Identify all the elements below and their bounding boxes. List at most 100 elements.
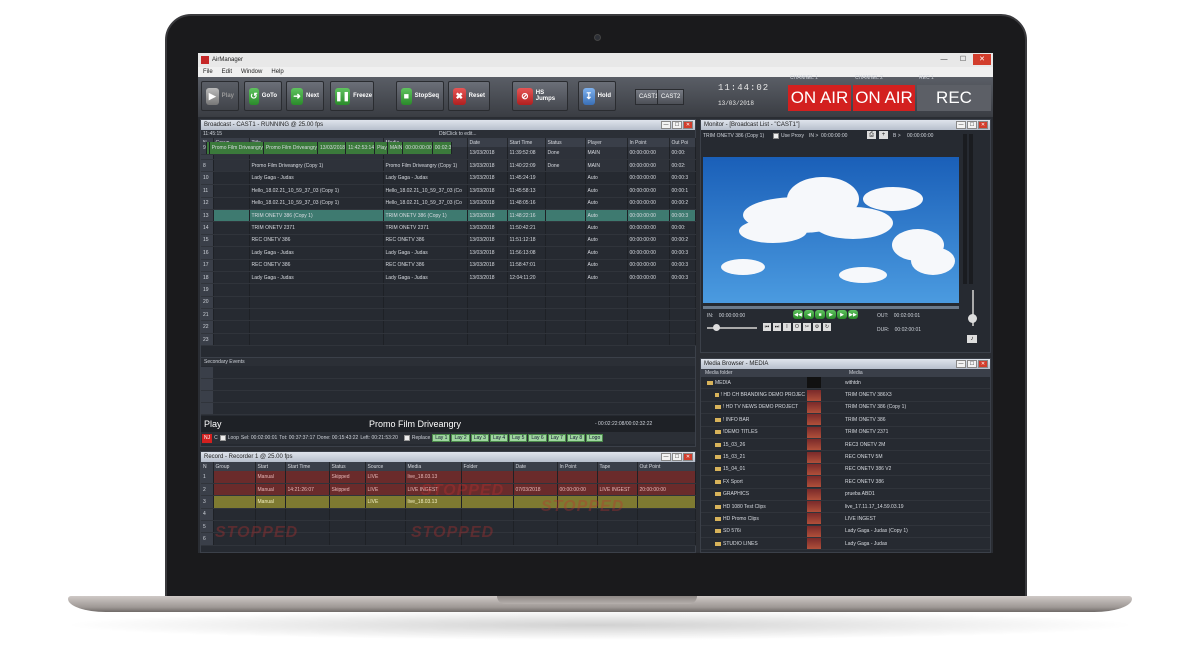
rewind-icon[interactable]: ◀◀ [793, 310, 803, 319]
maximize-icon[interactable]: ☐ [967, 121, 977, 129]
rec-col-group[interactable]: Group [213, 462, 256, 471]
table-row[interactable]: 17 REC ONETV 386 REC ONETV 386 13/03/2018 11… [201, 259, 696, 272]
reset-button[interactable]: ✖ Reset [448, 81, 490, 111]
list-item[interactable]: ! HD TV NEWS DEMO PROJECT TRIM ONETV 386 … [701, 401, 990, 415]
list-item[interactable]: SD 576i Lady Gaga - Judas (Copy 1) [701, 525, 990, 539]
table-row[interactable]: 15 REC ONETV 386 REC ONETV 386 13/03/2018 11… [201, 234, 696, 248]
close-icon[interactable]: ✕ [683, 121, 693, 129]
jog-knob[interactable] [713, 324, 720, 331]
col-date[interactable]: Date [467, 138, 508, 147]
layer-tag[interactable]: Lay 4 [489, 434, 509, 442]
snapshot-icon[interactable]: ⎙ [867, 131, 876, 139]
menu-file[interactable]: File [203, 69, 213, 75]
mark-out-icon[interactable]: O [793, 323, 801, 331]
list-item[interactable]: HD Promo Clips LIVE INGEST [701, 513, 990, 526]
use-proxy-checkbox[interactable] [773, 133, 779, 139]
rec-col-start[interactable]: Start [255, 462, 286, 471]
timeline-track[interactable] [703, 306, 959, 309]
col-player[interactable]: Player [585, 138, 628, 147]
col-out-point[interactable]: Out Poi [669, 138, 696, 147]
media-folder-header[interactable]: Media folder [705, 370, 733, 376]
media-col-header[interactable]: Media [849, 370, 863, 376]
list-item[interactable]: MEDIA withtdn [701, 377, 990, 390]
maximize-icon[interactable]: ☐ [954, 54, 972, 65]
layer-tag[interactable]: Lay 8 [566, 434, 586, 442]
minimize-icon[interactable]: — [956, 121, 966, 129]
table-row[interactable]: 16 Lady Gaga - Judas Lady Gaga - Judas 13/0… [201, 246, 696, 260]
secondary-event-row[interactable] [201, 379, 695, 391]
minimize-icon[interactable]: — [661, 121, 671, 129]
table-row[interactable]: 13 TRIM ONETV 386 (Copy 1) TRIM ONETV 386 … [201, 209, 696, 223]
list-item[interactable]: 15_03_26 REC3 ONETV 2M [701, 439, 990, 452]
replace-checkbox[interactable] [403, 435, 410, 441]
list-item[interactable]: ! HD CH BRANDING DEMO PROJEC TRIM ONETV 3… [701, 389, 990, 402]
close-icon[interactable]: ✕ [978, 121, 988, 129]
table-row[interactable]: 22 [201, 320, 696, 334]
rec-col-folder[interactable]: Folder [461, 462, 514, 471]
list-item[interactable]: ! INFO BAR TRIM ONETV 386 [701, 414, 990, 427]
table-row[interactable]: 9 Promo Film Driveangry Promo Film Drivean… [201, 142, 453, 184]
rec-col-in-point[interactable]: In Point [557, 462, 598, 471]
list-item[interactable]: 15_03_21 REC ONETV 5M [701, 451, 990, 464]
menu-help[interactable]: Help [271, 69, 283, 75]
secondary-event-row[interactable] [201, 403, 695, 415]
menu-window[interactable]: Window [241, 69, 262, 75]
loop-checkbox[interactable] [219, 435, 226, 441]
step-back-icon[interactable]: ◀ [804, 310, 814, 319]
speaker-icon[interactable]: ♪ [967, 335, 977, 343]
table-row[interactable]: 19 [201, 283, 696, 297]
list-item[interactable]: GRAPHICS prueba ABD1 [701, 488, 990, 501]
rec-col-media[interactable]: Media [405, 462, 462, 471]
layer-tag[interactable]: Lay 6 [528, 434, 547, 442]
maximize-icon[interactable]: ☐ [672, 121, 682, 129]
next-icon[interactable]: ⏭ [773, 323, 781, 331]
list-item[interactable]: HD 1080 Test Clips live_17.11.17_14.59.03… [701, 501, 990, 514]
next-button[interactable]: ➜ Next [286, 81, 324, 111]
settings-icon[interactable]: ⚙ [813, 323, 821, 331]
rec-col-n[interactable]: N [201, 462, 214, 471]
rec-col-out-point[interactable]: Out Point [637, 462, 696, 471]
freeze-button[interactable]: ❚❚ Freeze [330, 81, 374, 111]
play-icon[interactable]: ▶ [826, 310, 836, 319]
mark-in-icon[interactable]: I [783, 323, 791, 331]
goto-button[interactable]: ↺ GoTo [244, 81, 282, 111]
close-icon[interactable]: ✕ [978, 360, 988, 368]
list-item[interactable]: 15_04_01 REC ONETV 386 V2 [701, 463, 990, 477]
rec-col-date[interactable]: Date [513, 462, 558, 471]
play-button[interactable]: ▶ Play [201, 81, 239, 111]
fast-forward-icon[interactable]: ▶▶ [848, 310, 858, 319]
step-forward-icon[interactable]: ▶ [837, 310, 847, 319]
table-row[interactable]: 23 [201, 333, 696, 347]
layer-tag[interactable]: Lay 7 [547, 434, 566, 442]
close-icon[interactable]: ✕ [683, 453, 693, 461]
rec-col-start-time[interactable]: Start Time [285, 462, 330, 471]
stop-icon[interactable]: ■ [815, 310, 825, 319]
layer-tag[interactable]: Lay 3 [470, 434, 489, 442]
rec-col-tape[interactable]: Tape [597, 462, 638, 471]
table-row[interactable]: 11 Hello_18.02.21_10_59_37_03 (Copy 1) Hel… [201, 184, 696, 198]
secondary-event-row[interactable] [201, 367, 695, 379]
table-row[interactable]: 12 Hello_18.02.21_10_59_37_03 (Copy 1) Hel… [201, 197, 696, 210]
cast2-button[interactable]: CAST2 [657, 89, 685, 105]
table-row[interactable]: 20 [201, 296, 696, 310]
stopseq-button[interactable]: ■ StopSeq [396, 81, 444, 111]
rec-col-source[interactable]: Source [365, 462, 406, 471]
close-icon[interactable]: ✕ [973, 54, 991, 65]
list-item[interactable]: STUDIO LINES Lady Gaga - Judas [701, 538, 990, 551]
table-row[interactable]: 21 [201, 308, 696, 322]
loop-icon[interactable]: ↻ [823, 323, 831, 331]
secondary-event-row[interactable] [201, 391, 695, 403]
maximize-icon[interactable]: ☐ [967, 360, 977, 368]
menu-edit[interactable]: Edit [222, 69, 232, 75]
col-start-time[interactable]: Start Time [507, 138, 546, 147]
minimize-icon[interactable]: — [956, 360, 966, 368]
list-item[interactable]: !DEMO TITLES TRIM ONETV 2371 [701, 426, 990, 439]
volume-knob[interactable] [968, 314, 977, 323]
maximize-icon[interactable]: ☐ [672, 453, 682, 461]
layer-tag[interactable]: Lay 5 [509, 434, 528, 442]
list-item[interactable]: FX Sport REC ONETV 386 [701, 476, 990, 489]
clip-icon[interactable]: ✂ [803, 323, 811, 331]
layer-tag[interactable]: Lay 2 [451, 434, 470, 442]
hs-jumps-button[interactable]: ⊘ HS Jumps [512, 81, 568, 111]
plus-icon[interactable]: + [879, 131, 888, 139]
